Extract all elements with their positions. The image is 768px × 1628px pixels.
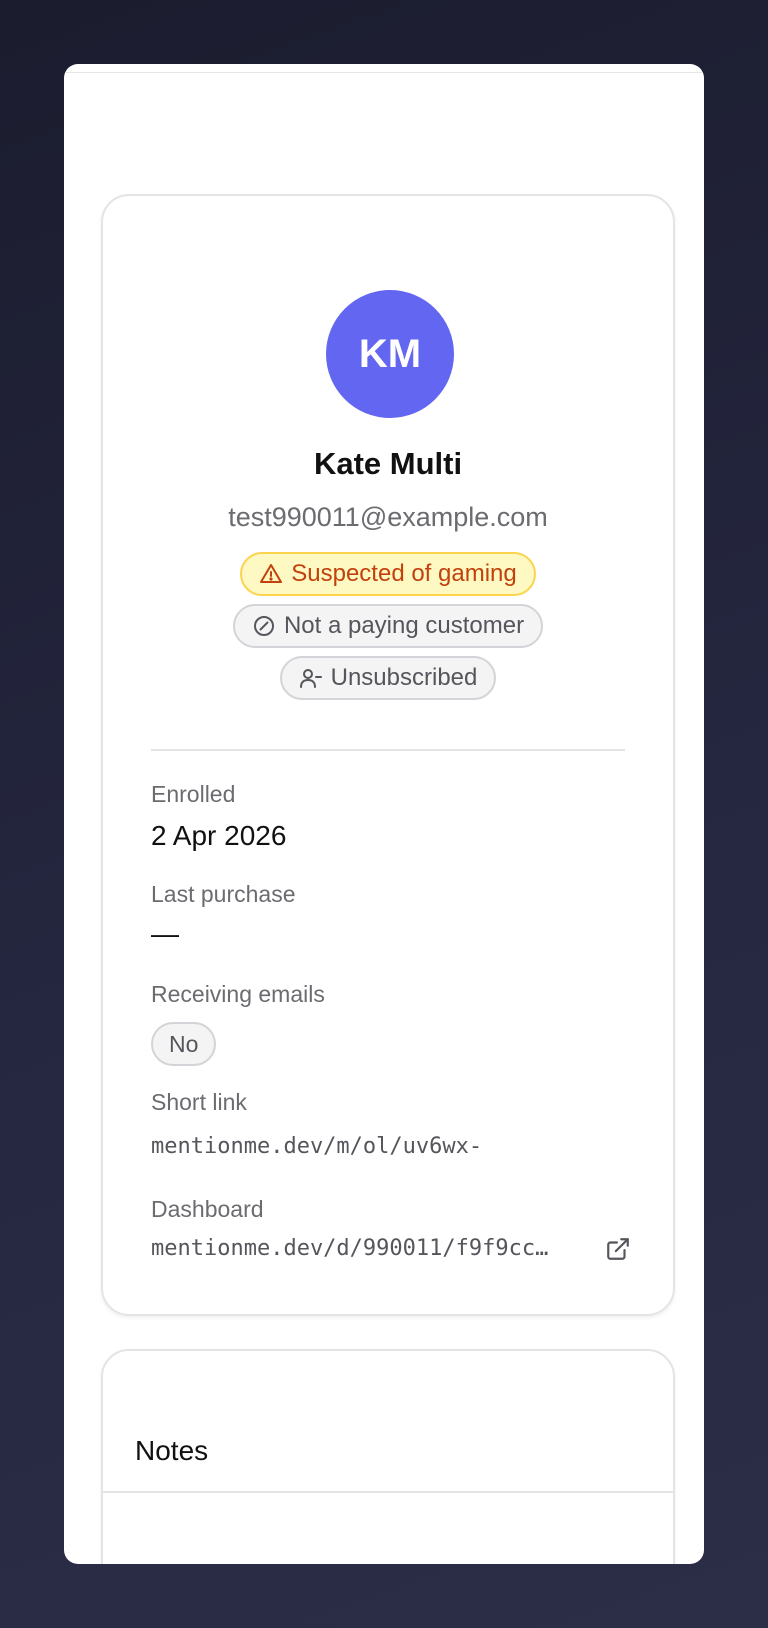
receiving-emails-badge: No [151, 1022, 217, 1066]
dashboard-link[interactable]: mentionme.dev/d/990011/f9f9cc… [151, 1236, 591, 1261]
avatar: KM [326, 290, 454, 418]
app-window: KM Kate Multi test990011@example.com Sus… [64, 64, 704, 1564]
short-link-label: Short link [151, 1089, 247, 1115]
user-minus-icon [299, 669, 322, 688]
badge-label: Unsubscribed [330, 664, 478, 691]
notes-card: Notes [101, 1349, 675, 1564]
slash-circle-icon [253, 616, 274, 636]
section-divider [151, 749, 625, 751]
last-purchase-value: — [151, 918, 179, 949]
badge-label: Not a paying customer [283, 612, 525, 639]
short-link-value[interactable]: mentionme.dev/m/ol/uv6wx- [151, 1134, 611, 1159]
receiving-emails-label: Receiving emails [151, 981, 325, 1007]
badge-label: Suspected of gaming [291, 560, 517, 587]
notes-divider [103, 1491, 673, 1493]
status-badge-not-paying: Not a paying customer [232, 604, 544, 648]
external-link-icon[interactable] [605, 1236, 631, 1262]
enrolled-label: Enrolled [151, 781, 236, 807]
enrolled-value: 2 Apr 2026 [151, 820, 287, 851]
notes-title: Notes [135, 1435, 209, 1466]
last-purchase-label: Last purchase [151, 881, 296, 907]
status-badge-unsubscribed: Unsubscribed [279, 656, 497, 700]
status-badge-suspected-gaming: Suspected of gaming [240, 552, 536, 596]
warning-triangle-icon [260, 564, 283, 583]
customer-profile-card: KM Kate Multi test990011@example.com Sus… [101, 194, 675, 1316]
customer-name: Kate Multi [313, 446, 463, 481]
dashboard-label: Dashboard [151, 1196, 264, 1222]
top-divider [64, 72, 704, 73]
customer-email: test990011@example.com [228, 502, 548, 532]
